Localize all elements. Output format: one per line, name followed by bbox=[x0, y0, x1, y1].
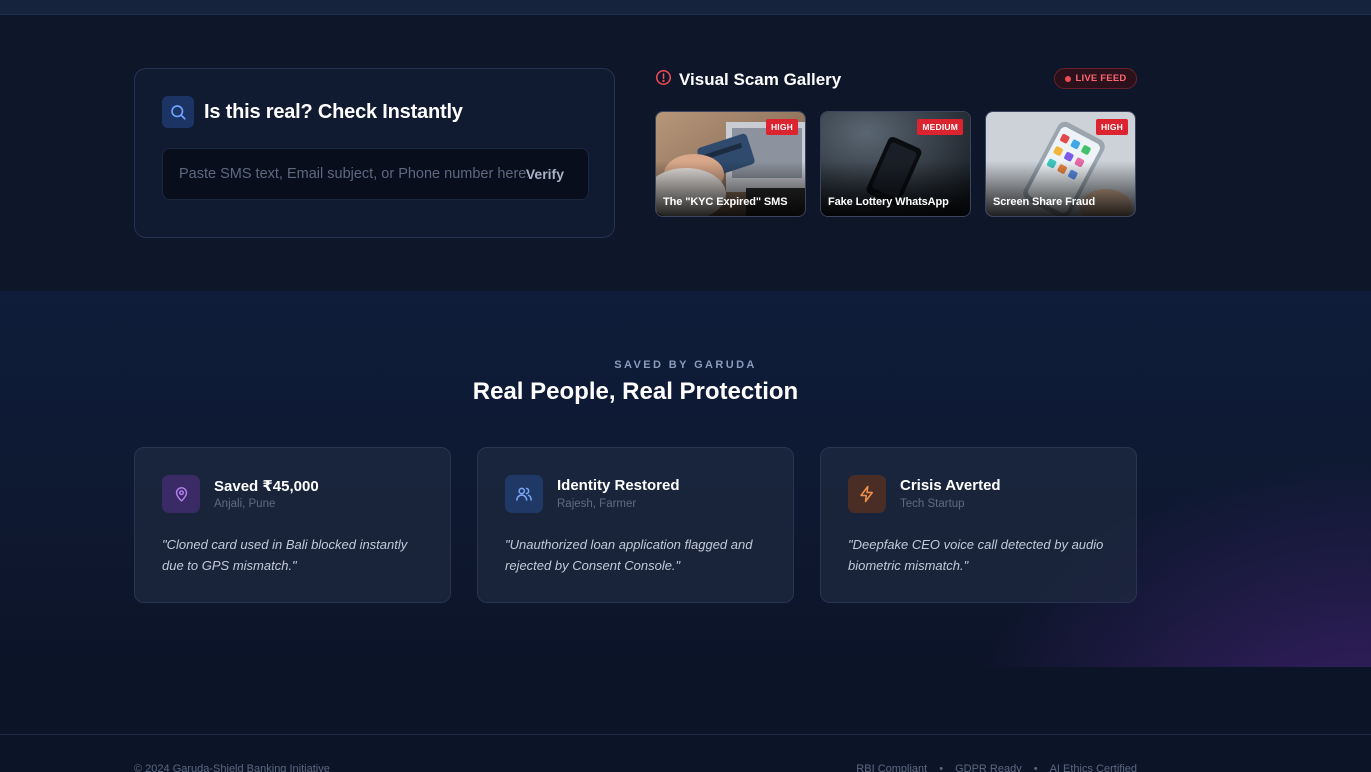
testimonial-quote: "Deepfake CEO voice call detected by aud… bbox=[848, 537, 1104, 573]
testimonial-card-saved: Saved ₹45,000 Anjali, Pune "Cloned card … bbox=[134, 447, 451, 603]
scam-tile-kyc[interactable]: HIGH The "KYC Expired" SMS bbox=[655, 111, 806, 217]
scam-check-input[interactable] bbox=[179, 166, 528, 182]
severity-badge: HIGH bbox=[765, 119, 798, 135]
lightning-icon bbox=[848, 475, 886, 513]
testimonials-title: Real People, Real Protection bbox=[472, 378, 799, 405]
testimonial-subtitle: Anjali, Pune bbox=[214, 498, 276, 510]
verify-button[interactable]: Verify bbox=[526, 166, 564, 182]
testimonial-title: Identity Restored bbox=[557, 477, 680, 494]
live-dot-icon bbox=[1064, 75, 1071, 82]
tile-label: Screen Share Fraud bbox=[993, 196, 1096, 208]
severity-badge: MEDIUM bbox=[917, 119, 963, 135]
footer-links: RBI Compliant • GDPR Ready • AI Ethics C… bbox=[856, 763, 1137, 772]
footer-link-ai-ethics[interactable]: AI Ethics Certified bbox=[1050, 763, 1137, 772]
footer-link-gdpr[interactable]: GDPR Ready bbox=[955, 763, 1022, 772]
check-title: Is this real? Check Instantly bbox=[204, 100, 463, 123]
testimonial-title: Crisis Averted bbox=[900, 477, 1001, 494]
footer-copyright: © 2024 Garuda-Shield Banking Initiative bbox=[134, 763, 330, 772]
testimonial-subtitle: Tech Startup bbox=[900, 498, 965, 510]
check-input-wrapper: Verify bbox=[162, 148, 589, 200]
testimonial-title: Saved ₹45,000 bbox=[214, 478, 319, 495]
scam-tile-screen-share[interactable]: HIGH Screen Share Fraud bbox=[985, 111, 1136, 217]
scam-tile-lottery[interactable]: MEDIUM Fake Lottery WhatsApp bbox=[820, 111, 971, 217]
map-pin-icon bbox=[162, 475, 200, 513]
footer-link-rbi[interactable]: RBI Compliant bbox=[856, 763, 927, 772]
scam-check-card: Is this real? Check Instantly Verify bbox=[134, 68, 615, 238]
testimonial-subtitle: Rajesh, Farmer bbox=[557, 498, 637, 510]
live-feed-badge: LIVE FEED bbox=[1054, 68, 1137, 89]
users-icon bbox=[505, 475, 543, 513]
footer-separator: • bbox=[1033, 763, 1038, 772]
top-nav-strip bbox=[0, 0, 1371, 15]
tile-label: Fake Lottery WhatsApp bbox=[828, 196, 949, 208]
tile-label: The "KYC Expired" SMS bbox=[663, 196, 788, 208]
testimonial-card-identity: Identity Restored Rajesh, Farmer "Unauth… bbox=[477, 447, 794, 603]
severity-badge: HIGH bbox=[1095, 119, 1128, 135]
testimonial-quote: "Cloned card used in Bali blocked instan… bbox=[162, 537, 408, 573]
gallery-title: Visual Scam Gallery bbox=[679, 70, 842, 89]
alert-circle-icon bbox=[655, 69, 672, 91]
gallery-header: Visual Scam Gallery bbox=[655, 69, 841, 91]
page-footer: © 2024 Garuda-Shield Banking Initiative … bbox=[0, 734, 1371, 772]
footer-separator: • bbox=[939, 763, 944, 772]
live-feed-label: LIVE FEED bbox=[1075, 73, 1127, 84]
testimonial-quote: "Unauthorized loan application flagged a… bbox=[505, 537, 753, 573]
check-header: Is this real? Check Instantly bbox=[162, 96, 463, 128]
testimonial-card-crisis: Crisis Averted Tech Startup "Deepfake CE… bbox=[820, 447, 1137, 603]
testimonials-overline: SAVED BY GARUDA bbox=[614, 359, 757, 371]
search-icon bbox=[162, 96, 194, 128]
